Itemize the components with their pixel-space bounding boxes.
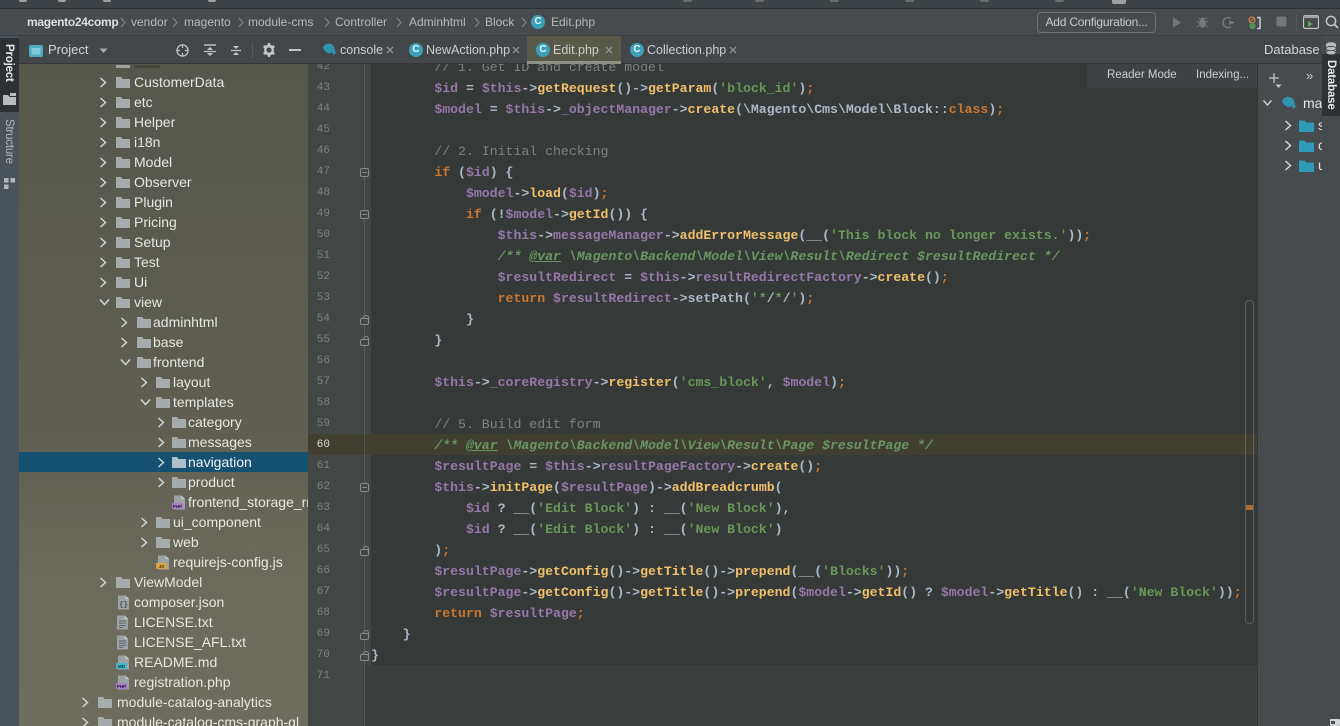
svg-text:{}: {} xyxy=(119,601,127,609)
svg-text:MD: MD xyxy=(118,663,126,668)
svg-text:PHP: PHP xyxy=(173,503,182,508)
svg-text:JS: JS xyxy=(159,563,165,568)
svg-text:PHP: PHP xyxy=(117,683,126,688)
